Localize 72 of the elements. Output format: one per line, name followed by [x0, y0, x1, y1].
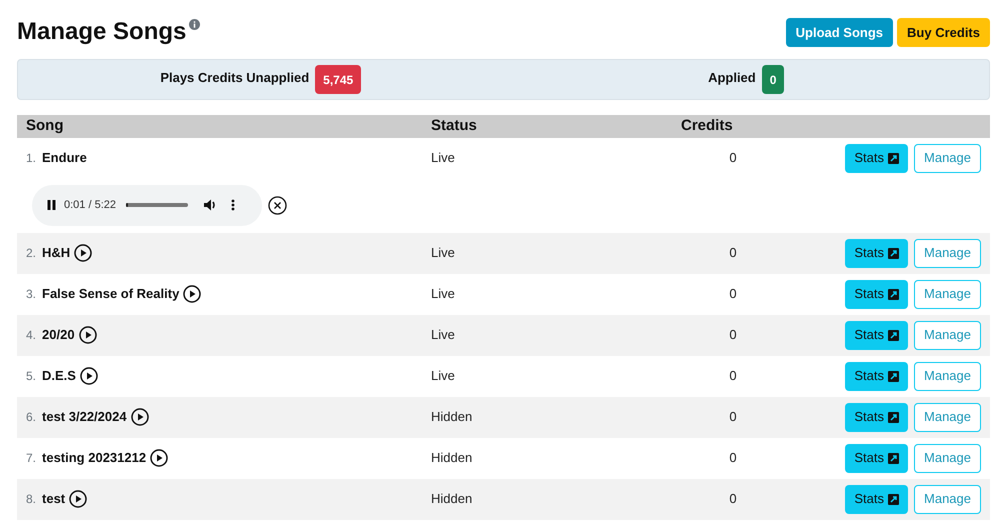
- row-number: 4.: [26, 327, 36, 344]
- stats-button[interactable]: Stats: [845, 444, 908, 472]
- summary-label: Plays Credits Unapplied: [160, 68, 310, 87]
- song-title: H&H: [42, 244, 70, 262]
- status-text: Live: [431, 150, 455, 166]
- external-link-icon: [888, 494, 900, 504]
- summary-label: Applied: [708, 68, 756, 87]
- row-number: 3.: [26, 286, 36, 303]
- info-icon[interactable]: [189, 19, 200, 30]
- stats-button[interactable]: Stats: [845, 238, 908, 268]
- external-link-icon: [888, 152, 900, 164]
- credits-value: 0: [729, 150, 737, 166]
- song-title: Endure: [42, 149, 87, 168]
- page-title: Manage Songs: [17, 18, 186, 46]
- play-icon[interactable]: [69, 490, 88, 508]
- stats-button[interactable]: Stats: [845, 362, 908, 390]
- play-icon[interactable]: [183, 285, 202, 303]
- count-badge: 5,745: [315, 65, 362, 94]
- close-icon[interactable]: [268, 196, 287, 214]
- external-link-icon: [888, 330, 900, 340]
- external-link-icon: [888, 412, 900, 422]
- song-title: D.E.S: [42, 367, 76, 386]
- row-number: 5.: [26, 368, 36, 385]
- pause-icon[interactable]: [47, 200, 56, 210]
- status-text: Live: [431, 286, 455, 302]
- credits-value: 0: [729, 286, 737, 302]
- header-button[interactable]: Buy Credits: [897, 18, 990, 47]
- status-text: Hidden: [431, 491, 472, 506]
- status-text: Hidden: [431, 409, 472, 424]
- credits-value: 0: [729, 450, 737, 466]
- column-header: Credits: [681, 117, 733, 134]
- stats-button[interactable]: Stats: [845, 320, 908, 350]
- audio-player[interactable]: 0:01 / 5:22: [32, 184, 262, 226]
- time-text: 0:01 / 5:22: [64, 198, 116, 213]
- row-number: 2.: [26, 245, 36, 262]
- row-number: 7.: [26, 450, 36, 467]
- play-icon[interactable]: [80, 367, 98, 385]
- song-title: False Sense of Reality: [42, 285, 180, 304]
- song-title: test 3/22/2024: [42, 408, 127, 426]
- external-link-icon: [888, 248, 900, 258]
- volume-icon[interactable]: [204, 199, 217, 211]
- play-icon[interactable]: [78, 326, 97, 344]
- song-title: testing 20231212: [42, 449, 146, 468]
- credits-value: 0: [729, 327, 737, 342]
- stats-button[interactable]: Stats: [845, 402, 908, 432]
- credits-value: 0: [729, 245, 737, 260]
- song-title: 20/20: [42, 326, 75, 344]
- credits-value: 0: [729, 368, 737, 384]
- play-icon[interactable]: [74, 244, 92, 262]
- external-link-icon: [888, 370, 900, 382]
- play-icon[interactable]: [150, 449, 168, 467]
- row-number: 1.: [26, 150, 36, 167]
- external-link-icon: [888, 452, 900, 464]
- stats-button[interactable]: Stats: [845, 144, 908, 172]
- status-text: Live: [431, 368, 455, 384]
- stats-button[interactable]: Stats: [845, 280, 908, 308]
- credits-value: 0: [729, 409, 737, 424]
- status-text: Hidden: [431, 450, 472, 466]
- column-header: Status: [431, 117, 477, 134]
- row-number: 6.: [26, 409, 36, 426]
- column-header: Song: [26, 117, 64, 134]
- status-text: Live: [431, 245, 455, 260]
- count-badge: 0: [762, 65, 784, 94]
- credits-value: 0: [729, 491, 737, 506]
- stats-button[interactable]: Stats: [845, 484, 908, 514]
- more-icon[interactable]: [231, 199, 235, 211]
- external-link-icon: [888, 288, 900, 300]
- row-number: 8.: [26, 491, 36, 508]
- status-text: Live: [431, 327, 455, 342]
- seek-bar[interactable]: [126, 203, 188, 207]
- song-title: test: [42, 490, 66, 508]
- play-icon[interactable]: [130, 408, 149, 426]
